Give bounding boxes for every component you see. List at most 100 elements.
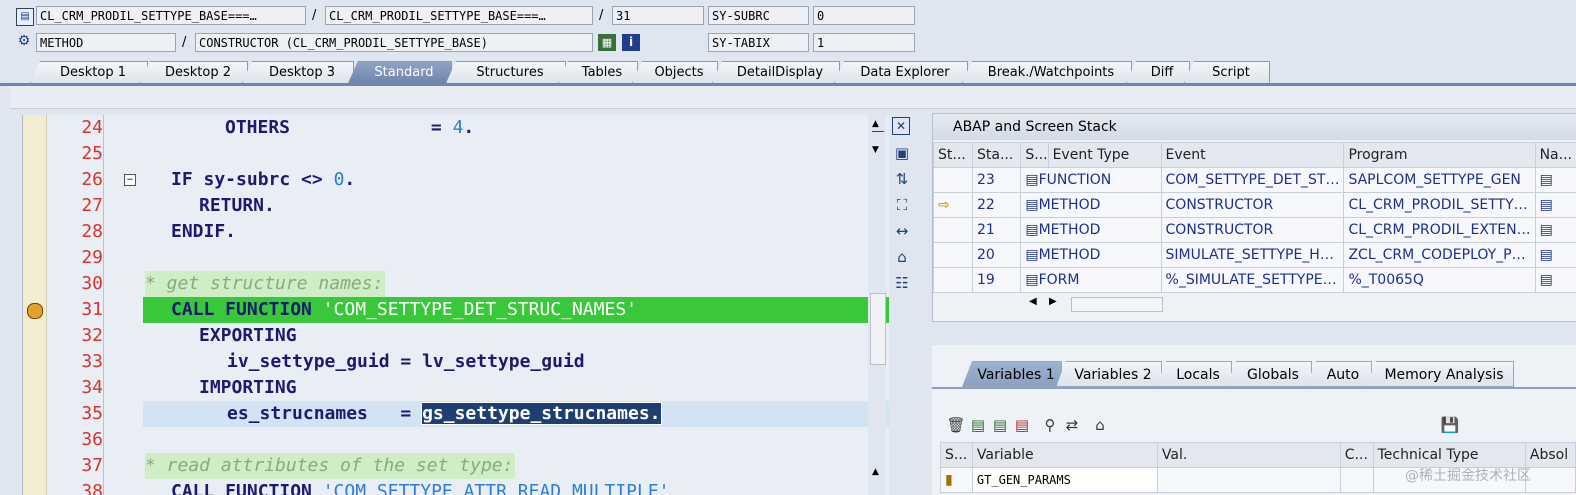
tab-desktop-2[interactable]: Desktop 2: [140, 61, 248, 83]
close-icon[interactable]: ✕: [892, 117, 910, 135]
variable-icon: ▮: [940, 467, 973, 493]
settings-icon[interactable]: ⌂: [892, 247, 912, 267]
variable-cell[interactable]: GT_GEN_PARAMS: [971, 467, 1158, 493]
include-field[interactable]: CL_CRM_PRODIL_SETTYPE_BASE===…: [325, 6, 593, 25]
navigate-icon[interactable]: ▤: [1534, 242, 1576, 268]
code-line[interactable]: 28 ENDIF.: [23, 219, 889, 245]
scroll-up-icon-bottom[interactable]: ▲: [872, 467, 879, 477]
col-header[interactable]: Event Type: [1047, 142, 1162, 168]
tab-standard[interactable]: Standard: [348, 61, 452, 83]
save-variables-icon[interactable]: ▤: [1012, 415, 1032, 435]
collapse-icon[interactable]: −: [124, 174, 136, 186]
tab-desktop-3[interactable]: Desktop 3: [242, 61, 354, 83]
maximize-icon[interactable]: ⛶: [892, 195, 912, 215]
scroll-up-icon[interactable]: ▲: [872, 119, 879, 129]
line-number: 37: [81, 455, 103, 476]
table-row[interactable]: 23 ▤FUNCTION COM_SETTYPE_DET_ST… SAPLCOM…: [933, 167, 1576, 193]
scroll-left-icon[interactable]: ◀: [1029, 296, 1037, 307]
scroll-thumb[interactable]: [1071, 297, 1163, 312]
navigate-icon[interactable]: ▤: [1534, 267, 1576, 293]
col-header[interactable]: Sta...: [971, 142, 1022, 168]
editor-scrollbar[interactable]: ▲ ▼ ▲: [868, 115, 886, 495]
swap-tool-icon[interactable]: ⇅: [892, 169, 912, 189]
col-header[interactable]: Val.: [1156, 442, 1341, 468]
document-icon: ▤: [1025, 222, 1039, 238]
code-line[interactable]: 32 EXPORTING: [23, 323, 889, 349]
display-source-icon[interactable]: ▦: [598, 34, 616, 51]
new-tool-icon[interactable]: ▣: [892, 143, 912, 163]
value-cell[interactable]: [1156, 467, 1341, 493]
insert-row-icon[interactable]: ▤: [968, 415, 988, 435]
col-header[interactable]: C...: [1339, 442, 1374, 468]
transfer-icon[interactable]: ⇄: [1062, 415, 1082, 435]
tab-objects[interactable]: Objects: [632, 61, 718, 83]
horizontal-scrollbar[interactable]: ◀ ▶: [1029, 296, 1229, 312]
col-header[interactable]: St...: [933, 142, 973, 168]
tab-globals[interactable]: Globals: [1226, 361, 1312, 387]
sy-tabix-value[interactable]: 1: [813, 33, 915, 52]
tab-locals[interactable]: Locals: [1156, 361, 1232, 387]
code-line[interactable]: 38 CALL FUNCTION 'COM_SETTYPE_ATTR_READ_…: [23, 479, 889, 495]
append-row-icon[interactable]: ▤: [990, 415, 1010, 435]
tab-script[interactable]: Script: [1184, 61, 1270, 83]
tab-desktop-1[interactable]: Desktop 1: [30, 61, 148, 83]
navigate-icon[interactable]: ▤: [1534, 192, 1576, 218]
code-line[interactable]: 33 iv_settype_guid = lv_settype_guid: [23, 349, 889, 375]
scroll-down-icon[interactable]: ▼: [872, 145, 879, 155]
table-row-current[interactable]: ⇨ 22 ▤METHOD CONSTRUCTOR CL_CRM_PRODIL_S…: [933, 192, 1576, 218]
line-number: 27: [81, 195, 103, 216]
tree-icon[interactable]: ⚲: [1040, 415, 1060, 435]
tab-tables[interactable]: Tables: [558, 61, 638, 83]
program-field[interactable]: CL_CRM_PRODIL_SETTYPE_BASE===…: [36, 6, 306, 25]
scroll-right-icon[interactable]: ▶: [1049, 296, 1057, 307]
event-type-text: METHOD: [1038, 247, 1101, 263]
folder-icon[interactable]: ⌂: [1090, 415, 1110, 435]
fit-width-icon[interactable]: ↔: [892, 221, 912, 241]
code-line-cursor[interactable]: 35 es_strucnames = gs_settype_strucnames…: [23, 401, 889, 427]
tab-auto[interactable]: Auto: [1306, 361, 1372, 387]
table-row[interactable]: 20 ▤METHOD SIMULATE_SETTYPE_H… ZCL_CRM_C…: [933, 242, 1576, 268]
code-line-current[interactable]: 31 CALL FUNCTION 'COM_SETTYPE_DET_STRUC_…: [23, 297, 889, 323]
tool-services-icon[interactable]: ☷: [892, 273, 912, 293]
tab-detaildisplay[interactable]: DetailDisplay: [712, 61, 840, 83]
tab-variables-1[interactable]: Variables 1: [962, 361, 1062, 387]
table-row[interactable]: 21 ▤METHOD CONSTRUCTOR CL_CRM_PRODIL_EXT…: [933, 217, 1576, 243]
change-cell[interactable]: [1339, 467, 1374, 493]
tab-memory-analysis[interactable]: Memory Analysis: [1366, 361, 1514, 387]
col-header[interactable]: Absol: [1524, 442, 1576, 468]
col-header[interactable]: Program: [1343, 142, 1536, 168]
info-icon[interactable]: i: [622, 34, 640, 51]
event-field[interactable]: CONSTRUCTOR (CL_CRM_PRODIL_SETTYPE_BASE): [195, 33, 593, 52]
col-header[interactable]: Event: [1160, 142, 1345, 168]
event-type-field[interactable]: METHOD: [36, 33, 176, 52]
delete-icon[interactable]: 🗑: [946, 415, 966, 435]
code-line[interactable]: 25: [23, 141, 889, 167]
col-header[interactable]: Technical Type: [1372, 442, 1526, 468]
code-line[interactable]: 36: [23, 427, 889, 453]
code-line[interactable]: 26 − IF sy-subrc <> 0.: [23, 167, 889, 193]
tab-structures[interactable]: Structures: [446, 61, 566, 83]
navigate-icon[interactable]: ▤: [1534, 217, 1576, 243]
scroll-thumb[interactable]: [870, 293, 886, 365]
code-line[interactable]: 30 * get structure names:: [23, 271, 889, 297]
tab-data-explorer[interactable]: Data Explorer: [834, 61, 968, 83]
col-header[interactable]: S...: [940, 442, 973, 468]
table-row[interactable]: 19 ▤FORM %_SIMULATE_SETTYPE… %_T0065Q ▤: [933, 267, 1576, 293]
save-icon[interactable]: 💾: [1440, 415, 1460, 435]
navigate-icon[interactable]: ▤: [1534, 167, 1576, 193]
tab-diff[interactable]: Diff: [1126, 61, 1190, 83]
code-line[interactable]: 24 OTHERS = 4.: [23, 115, 889, 141]
code-line[interactable]: 37 * read attributes of the set type:: [23, 453, 889, 479]
tab-variables-2[interactable]: Variables 2: [1056, 361, 1162, 387]
tab-break-watchpoints[interactable]: Break./Watchpoints: [962, 61, 1132, 83]
code-line[interactable]: 29: [23, 245, 889, 271]
code-line[interactable]: 27 RETURN.: [23, 193, 889, 219]
sy-subrc-value[interactable]: 0: [813, 6, 915, 25]
col-header[interactable]: S...: [1020, 142, 1049, 168]
line-field[interactable]: 31: [612, 6, 704, 25]
breakpoint-icon[interactable]: [27, 303, 43, 319]
code-line[interactable]: 34 IMPORTING: [23, 375, 889, 401]
col-header[interactable]: Variable: [971, 442, 1158, 468]
source-editor[interactable]: 24 OTHERS = 4. 25 26 − IF sy-subrc <> 0.…: [22, 115, 889, 495]
col-header[interactable]: Na...: [1534, 142, 1576, 168]
